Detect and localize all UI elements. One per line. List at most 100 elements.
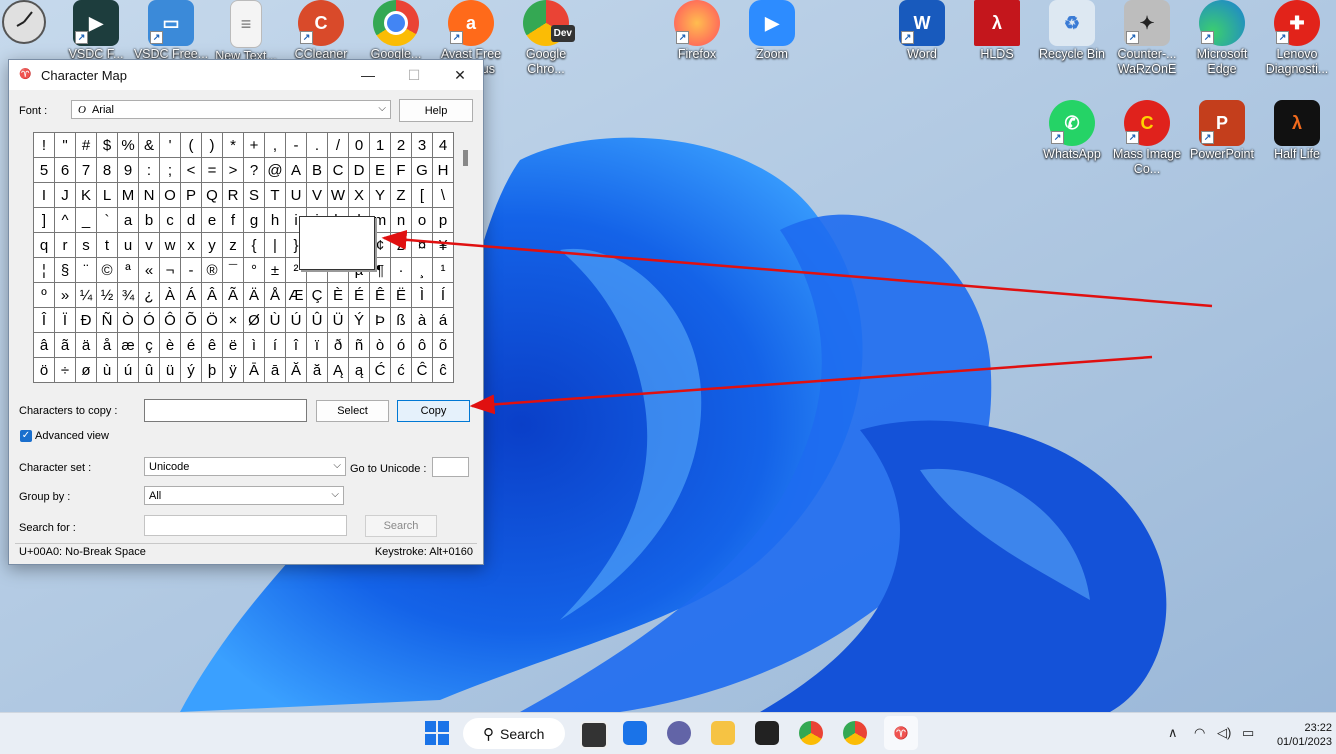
character-cell[interactable]: Ą [328,358,349,383]
character-cell[interactable]: F [391,158,412,183]
character-cell[interactable]: X [349,183,370,208]
desktop-icon-edge[interactable]: ↗ Microsoft Edge [1184,0,1260,77]
character-cell[interactable]: B [307,158,328,183]
character-cell[interactable]: ç [139,333,160,358]
taskbar-search-button[interactable]: ⚲ Search [463,718,565,749]
character-cell[interactable]: Ñ [97,308,118,333]
start-windows-icon[interactable] [425,721,449,745]
character-cell[interactable]: 5 [34,158,55,183]
desktop-icon-whatsapp[interactable]: ✆ ↗ WhatsApp [1034,100,1110,162]
character-cell[interactable]: W [328,183,349,208]
character-cell[interactable]: Ú [286,308,307,333]
character-cell[interactable]: ¿ [139,283,160,308]
character-cell[interactable]: G [412,158,433,183]
character-cell[interactable]: » [55,283,76,308]
character-cell[interactable]: Ó [139,308,160,333]
character-cell[interactable]: è [160,333,181,358]
character-cell[interactable]: S [244,183,265,208]
character-cell[interactable]: ß [391,308,412,333]
character-cell[interactable]: « [139,258,160,283]
character-cell[interactable]: Á [181,283,202,308]
character-cell[interactable]: { [244,233,265,258]
character-cell[interactable]: R [223,183,244,208]
character-cell[interactable]: Ć [370,358,391,383]
character-cell[interactable]: Ý [349,308,370,333]
search-for-input[interactable] [144,515,347,536]
character-cell[interactable]: | [265,233,286,258]
character-cell[interactable]: = [202,158,223,183]
character-cell[interactable]: É [349,283,370,308]
character-cell[interactable]: ó [391,333,412,358]
character-cell[interactable]: a [118,208,139,233]
widgets-icon[interactable] [623,721,647,745]
character-cell[interactable]: Ô [160,308,181,333]
character-cell[interactable]: Ã [223,283,244,308]
maximize-button[interactable]: ☐ [391,60,437,90]
character-cell[interactable]: h [265,208,286,233]
character-cell[interactable]: ă [307,358,328,383]
character-cell[interactable]: f [223,208,244,233]
desktop-icon-counter-strike[interactable]: ✦ ↗ Counter-... WaRzOnE [1109,0,1185,77]
desktop-icon-firefox[interactable]: ↗ Firefox [659,0,735,62]
character-cell[interactable]: ` [97,208,118,233]
character-cell[interactable]: Ø [244,308,265,333]
group-by-dropdown[interactable]: All ⌵ [144,486,344,505]
desktop-icon-chrome[interactable]: Google... [358,0,434,62]
character-cell[interactable]: · [391,258,412,283]
character-cell[interactable]: n [391,208,412,233]
grid-scrollbar[interactable] [461,132,471,382]
character-cell[interactable]: ý [181,358,202,383]
character-cell[interactable]: ï [307,333,328,358]
character-cell[interactable]: ê [202,333,223,358]
character-cell[interactable]: ć [391,358,412,383]
character-cell[interactable]: - [286,133,307,158]
character-cell[interactable]: ü [160,358,181,383]
character-cell[interactable]: × [223,308,244,333]
character-cell[interactable]: c [160,208,181,233]
character-cell[interactable]: õ [433,333,454,358]
character-cell[interactable]: Ă [286,358,307,383]
close-button[interactable]: ✕ [437,60,483,90]
characters-to-copy-input[interactable] [144,399,307,422]
character-cell[interactable]: â [34,333,55,358]
character-cell[interactable]: Ā [244,358,265,383]
character-cell[interactable]: ¸ [412,258,433,283]
character-cell[interactable]: £ [391,233,412,258]
desktop-icon-hlds[interactable]: λ HLDS [959,0,1035,62]
character-cell[interactable]: s [76,233,97,258]
character-cell[interactable]: Ò [118,308,139,333]
character-cell[interactable]: ò [370,333,391,358]
character-cell[interactable]: ø [76,358,97,383]
character-cell[interactable]: p [433,208,454,233]
character-cell[interactable]: ÿ [223,358,244,383]
character-cell[interactable]: [ [412,183,433,208]
character-cell[interactable]: ù [97,358,118,383]
character-cell[interactable]: q [34,233,55,258]
help-button[interactable]: Help [399,99,473,122]
character-cell[interactable]: ¥ [433,233,454,258]
character-cell[interactable]: ^ [55,208,76,233]
character-cell[interactable]: á [433,308,454,333]
character-cell[interactable]: Î [34,308,55,333]
advanced-view-checkbox[interactable]: ✓ [20,430,32,442]
character-cell[interactable]: å [97,333,118,358]
character-cell[interactable]: < [181,158,202,183]
desktop-icon-ccleaner[interactable]: C ↗ CCleaner [283,0,359,62]
character-cell[interactable]: 1 [370,133,391,158]
character-cell[interactable]: % [118,133,139,158]
character-cell[interactable]: , [265,133,286,158]
go-to-unicode-input[interactable] [432,457,469,477]
character-cell[interactable]: í [265,333,286,358]
character-cell[interactable]: Õ [181,308,202,333]
character-cell[interactable]: ¬ [160,258,181,283]
teams-chat-icon[interactable] [667,721,691,745]
desktop-icon-half-life[interactable]: λ Half Life [1259,100,1335,162]
character-cell[interactable]: z [223,233,244,258]
character-cell[interactable]: _ [76,208,97,233]
character-cell[interactable]: § [55,258,76,283]
desktop-icon-powerpoint[interactable]: P ↗ PowerPoint [1184,100,1260,162]
character-cell[interactable]: - [181,258,202,283]
character-cell[interactable]: Ü [328,308,349,333]
character-cell[interactable]: M [118,183,139,208]
character-cell[interactable]: é [181,333,202,358]
